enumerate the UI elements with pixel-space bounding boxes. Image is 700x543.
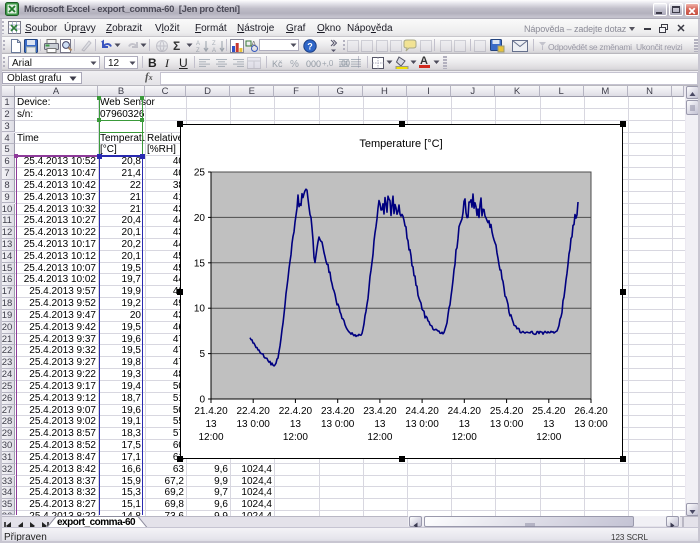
svg-text:0: 0 — [199, 395, 205, 406]
svg-text:25.4.20: 25.4.20 — [490, 406, 524, 417]
svg-text:A: A — [196, 41, 200, 47]
svg-text:20: 20 — [194, 213, 206, 224]
svg-text:12:00: 12:00 — [198, 432, 223, 443]
svg-text:25: 25 — [194, 168, 206, 179]
svg-text:A: A — [251, 40, 257, 49]
svg-text:15: 15 — [194, 258, 206, 269]
svg-text:Z: Z — [212, 41, 216, 47]
svg-text:22.4.20: 22.4.20 — [279, 406, 313, 417]
svg-text:26.4.20: 26.4.20 — [574, 406, 608, 417]
svg-text:25.4.20: 25.4.20 — [532, 406, 566, 417]
svg-text:10: 10 — [194, 304, 206, 315]
svg-text:13 0:00: 13 0:00 — [405, 419, 439, 430]
svg-text:13: 13 — [459, 419, 471, 430]
svg-text:12:00: 12:00 — [367, 432, 392, 443]
svg-text:12:00: 12:00 — [536, 432, 561, 443]
svg-text:13 0:00: 13 0:00 — [321, 419, 355, 430]
svg-text:Z: Z — [196, 48, 200, 53]
svg-text:13: 13 — [290, 419, 302, 430]
svg-text:A: A — [212, 48, 216, 53]
svg-text:5: 5 — [199, 349, 205, 360]
svg-text:24.4.20: 24.4.20 — [448, 406, 482, 417]
svg-text:000: 000 — [306, 59, 321, 69]
svg-text:22.4.20: 22.4.20 — [237, 406, 271, 417]
svg-text:23.4.20: 23.4.20 — [321, 406, 355, 417]
svg-text:?: ? — [307, 42, 313, 52]
svg-text:13: 13 — [543, 419, 555, 430]
svg-text:13: 13 — [205, 419, 217, 430]
svg-text:13 0:00: 13 0:00 — [574, 419, 608, 430]
svg-text:23.4.20: 23.4.20 — [363, 406, 397, 417]
svg-text:24.4.20: 24.4.20 — [405, 406, 439, 417]
svg-text:12:00: 12:00 — [283, 432, 308, 443]
svg-text:+,0: +,0 — [322, 59, 334, 68]
svg-text:12:00: 12:00 — [452, 432, 477, 443]
svg-text:13 0:00: 13 0:00 — [237, 419, 271, 430]
svg-text:%: % — [290, 59, 299, 69]
svg-text:Kč: Kč — [272, 59, 283, 69]
svg-text:21.4.20: 21.4.20 — [194, 406, 228, 417]
svg-text:Temperature [°C]: Temperature [°C] — [359, 138, 442, 150]
svg-text:13: 13 — [374, 419, 386, 430]
svg-text:13 0:00: 13 0:00 — [490, 419, 524, 430]
